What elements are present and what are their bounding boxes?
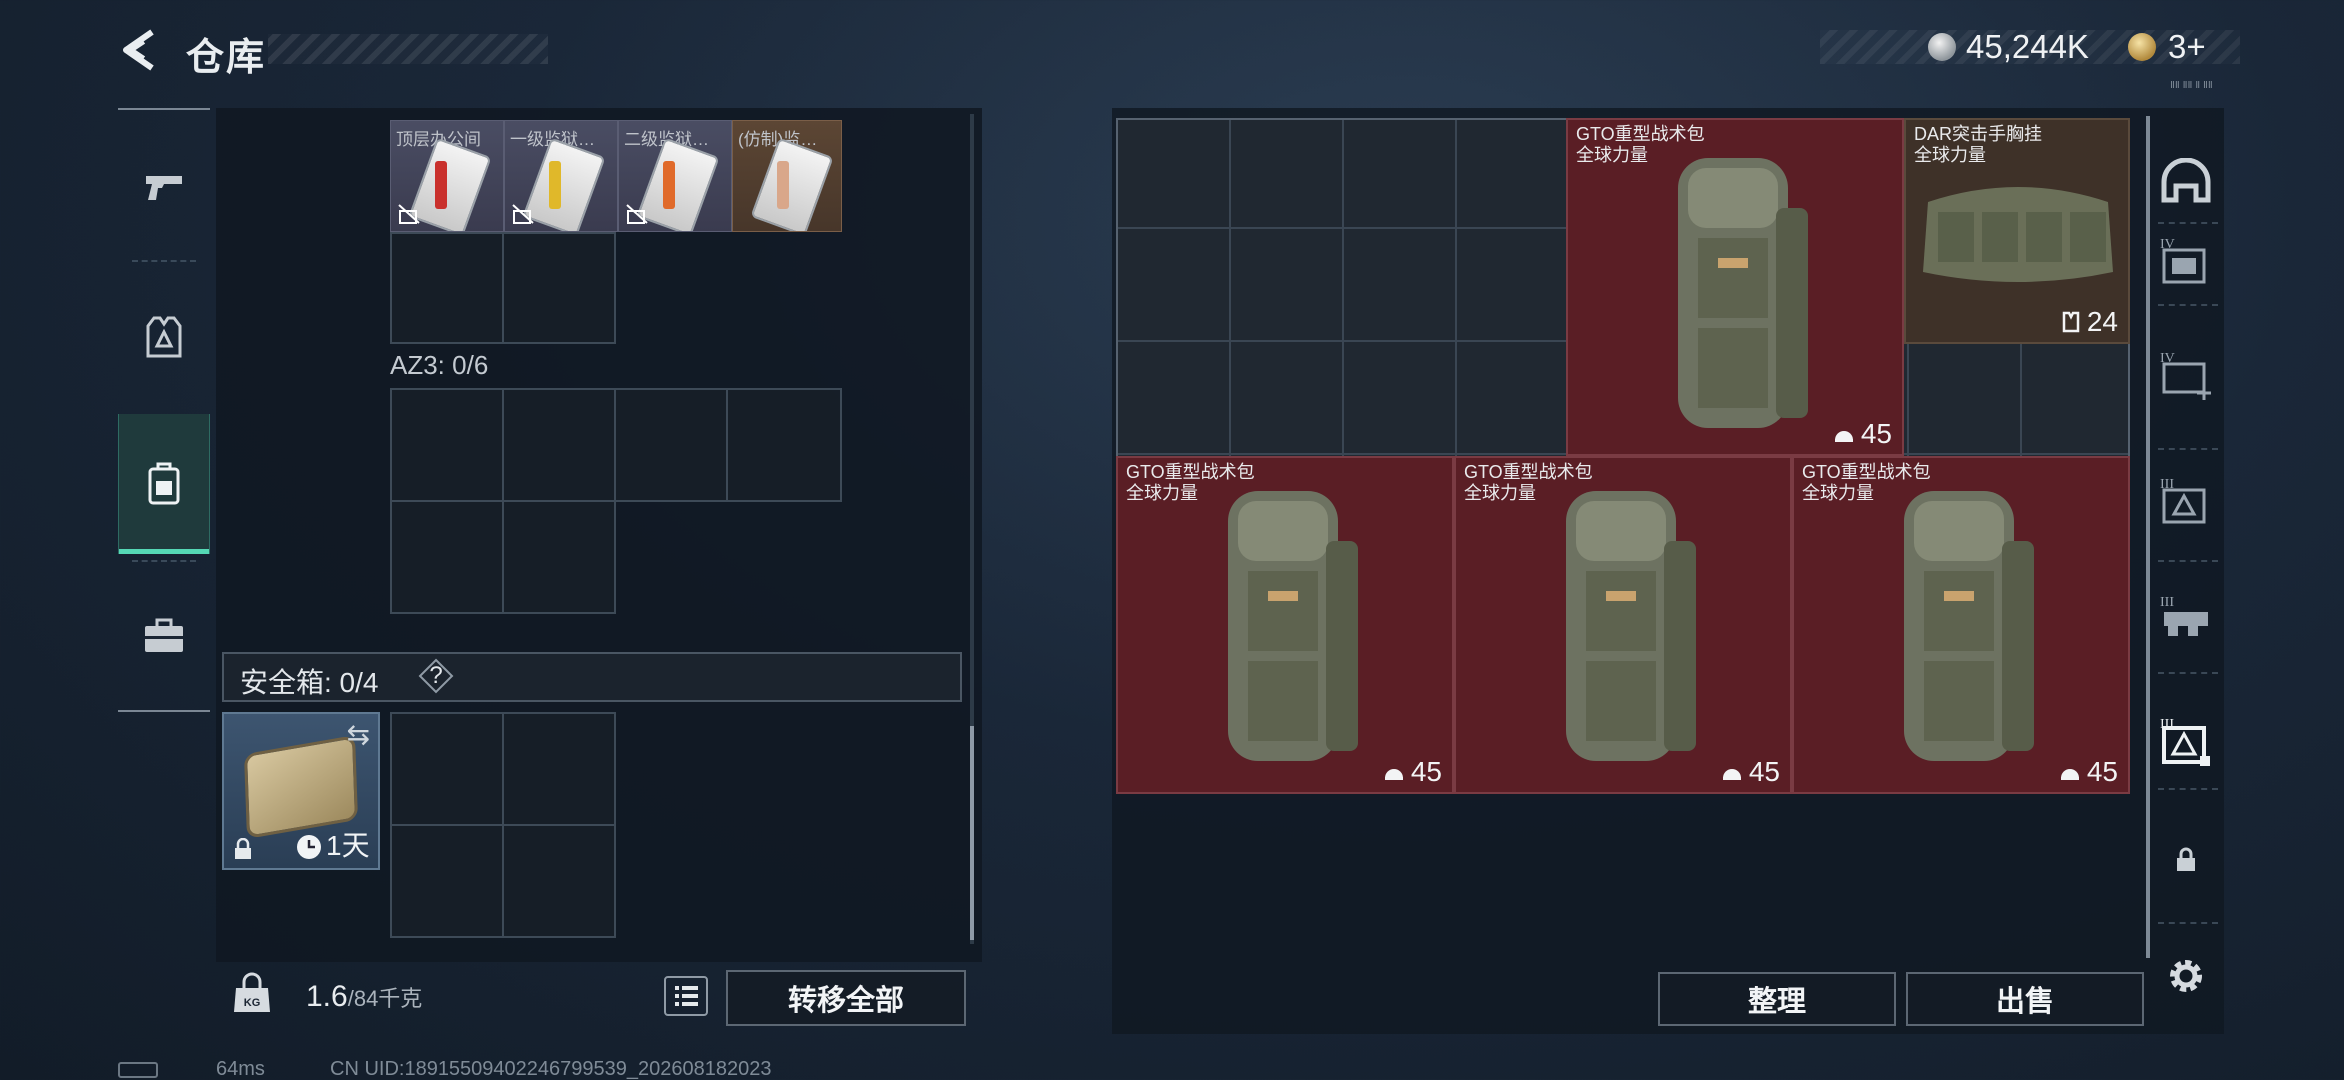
az3-slot[interactable]	[502, 500, 616, 614]
side-tab-armor-iv[interactable]: IV	[2156, 230, 2216, 290]
battery-icon	[118, 1062, 158, 1078]
rig-count-icon	[2062, 311, 2080, 333]
sell-button[interactable]: 出售	[1906, 972, 2144, 1026]
side-tab-backpack-iii[interactable]: III	[2156, 710, 2216, 770]
tabs-bottom-divider	[118, 710, 210, 712]
chevron-left-icon	[123, 29, 154, 71]
vest-icon	[146, 316, 182, 358]
left-scrollbar-thumb[interactable]	[970, 726, 974, 940]
az3-slot[interactable]	[502, 388, 616, 502]
tab-armor[interactable]	[118, 268, 210, 408]
tab-containers[interactable]	[118, 414, 210, 554]
az3-slot[interactable]	[390, 500, 504, 614]
carry-weight: 1.6/84千克	[306, 980, 423, 1013]
briefcase-icon	[145, 618, 183, 652]
backpack-image	[1678, 158, 1808, 428]
safe-duration: 1天	[326, 830, 370, 861]
helmet-count-icon	[1722, 769, 1741, 780]
no-insure-icon	[626, 204, 648, 224]
title-decoration	[268, 34, 548, 64]
safe-slot[interactable]	[390, 712, 504, 826]
storage-item-gto[interactable]: GTO重型战术包 全球力量 45	[1792, 456, 2130, 794]
side-tab-helmet[interactable]	[2156, 152, 2216, 212]
safe-box-item[interactable]: ⇆ 1天	[222, 712, 380, 870]
uid-text: CN UID:189155094022467995​39_20260818202…	[330, 1058, 772, 1080]
safe-slot[interactable]	[390, 824, 504, 938]
helmet-count-icon	[1384, 769, 1403, 780]
az3-slot[interactable]	[390, 388, 504, 502]
keycard-item[interactable]: (仿制)监…	[732, 120, 842, 232]
keycard-item[interactable]: 二级监狱…	[618, 120, 732, 232]
money-balance[interactable]: 45,244K	[1966, 28, 2089, 66]
clock-icon	[297, 835, 321, 859]
chest-rig-image	[1923, 187, 2113, 282]
transfer-all-button[interactable]: 转移全部	[726, 970, 966, 1026]
coin-icon	[1928, 33, 1956, 61]
lock-icon	[235, 838, 251, 859]
armor-tier3-icon: III	[2160, 477, 2206, 524]
list-icon	[675, 986, 698, 1006]
side-tab-rig-iii[interactable]: III	[2156, 588, 2216, 648]
backpack-icon	[148, 462, 180, 505]
storage-item-gto[interactable]: GTO重型战术包 全球力量 45	[1116, 456, 1454, 794]
rig-tier3-icon: III	[2160, 595, 2208, 636]
storage-item-gto[interactable]: GTO重型战术包 全球力量 45	[1566, 118, 1904, 456]
weight-kg-icon: KG	[234, 972, 270, 1012]
token-balance[interactable]: 3+	[2168, 28, 2206, 66]
settings-button[interactable]	[2156, 946, 2216, 1006]
backpack-image	[1228, 491, 1358, 761]
tidy-button[interactable]: 整理	[1658, 972, 1896, 1026]
storage-scrollbar-thumb[interactable]	[2146, 116, 2150, 958]
safe-slot[interactable]	[502, 824, 616, 938]
page-title: 仓库	[186, 37, 267, 79]
pistol-icon	[146, 176, 182, 200]
keycard-item[interactable]: 一级监狱…	[504, 120, 618, 232]
swap-icon[interactable]: ⇆	[347, 718, 370, 751]
tab-weapons[interactable]	[118, 118, 210, 258]
helmet-icon	[2161, 158, 2211, 203]
help-button[interactable]: ?	[418, 658, 454, 694]
no-insure-icon	[512, 204, 534, 224]
armor-tier4-plus-icon: IV	[2160, 351, 2211, 400]
side-tab-armor-iv-plus[interactable]: IV	[2156, 344, 2216, 404]
lock-icon	[2177, 847, 2195, 871]
side-tab-locked[interactable]	[2156, 830, 2216, 890]
no-insure-icon	[398, 204, 420, 224]
empty-slot[interactable]	[502, 232, 616, 344]
backpack-tier3-icon: III	[2160, 717, 2210, 766]
gear-icon	[2170, 960, 2202, 992]
list-view-button[interactable]	[664, 976, 708, 1016]
safe-box-capacity: 安全箱: 0/4	[240, 667, 379, 698]
backpack-image	[1566, 491, 1696, 761]
ping-text: 64ms	[216, 1058, 265, 1080]
az3-slot[interactable]	[726, 388, 842, 502]
helmet-count-icon	[1834, 431, 1853, 442]
storage-item-gto[interactable]: GTO重型战术包 全球力量 45	[1454, 456, 1792, 794]
helmet-count-icon	[2060, 769, 2079, 780]
keycard-item[interactable]: 顶层办公间	[390, 120, 504, 232]
token-icon	[2128, 33, 2156, 61]
backpack-image	[1904, 491, 2034, 761]
empty-slot[interactable]	[390, 232, 504, 344]
header-tiny-text: ⅡⅡ ⅡⅡ Ⅱ ⅡⅡ	[2170, 80, 2213, 91]
az3-capacity-label: AZ3: 0/6	[390, 350, 489, 380]
armor-tier4-icon: IV	[2160, 237, 2206, 284]
svg-text:III: III	[2160, 595, 2174, 610]
storage-item-dar[interactable]: DAR突击手胸挂 全球力量 24	[1904, 118, 2130, 344]
tab-cases[interactable]	[118, 566, 210, 706]
back-button[interactable]	[118, 28, 162, 72]
safe-slot[interactable]	[502, 712, 616, 826]
left-category-tabs	[118, 108, 210, 712]
az3-slot[interactable]	[614, 388, 728, 502]
svg-text:KG: KG	[244, 997, 261, 1009]
side-tab-armor-iii[interactable]: III	[2156, 470, 2216, 530]
